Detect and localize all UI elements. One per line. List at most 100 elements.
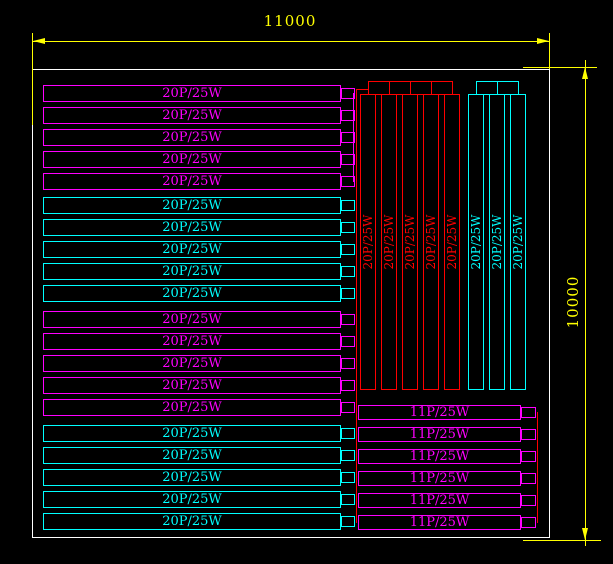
bar-11p-25w: 11P/25W: [358, 427, 521, 442]
connector-tab: [341, 428, 355, 439]
column-header: [389, 81, 411, 95]
bar-20p-25w: 20P/25W: [43, 447, 341, 464]
bar-label: 20P/25W: [162, 426, 222, 441]
dimension-right-label: 10000: [543, 272, 603, 332]
bar-20p-25w: 20P/25W: [43, 151, 341, 168]
bar-label: 20P/25W: [162, 264, 222, 279]
column-20p-25w: 20P/25W: [360, 94, 376, 390]
supply-line-main: [356, 89, 357, 523]
column-header: [410, 81, 432, 95]
bar-group-11p: 11P/25W 11P/25W 11P/25W 11P/25W 11P/25W …: [358, 405, 521, 530]
connector-tab: [341, 222, 355, 233]
dimension-top-label: 11000: [250, 12, 330, 30]
connector-tab: [341, 314, 355, 325]
bar-label: 20P/25W: [162, 108, 222, 123]
column-header: [476, 81, 498, 95]
connector-tab: [341, 288, 355, 299]
dimension-top-line: [32, 41, 550, 42]
dim-arrow-up-icon: [582, 67, 588, 79]
column-20p-25w: 20P/25W: [489, 94, 505, 390]
dim-arrow-down-icon: [582, 528, 588, 540]
connector-tab: [521, 451, 536, 462]
bar-20p-25w: 20P/25W: [43, 173, 341, 190]
supply-line-11p: [537, 412, 538, 523]
dimension-right-line: [585, 60, 586, 546]
bar-label: 20P/25W: [162, 514, 222, 529]
dimension-top-ext-left: [32, 33, 33, 125]
bar-20p-25w: 20P/25W: [43, 197, 341, 214]
bar-20p-25w: 20P/25W: [43, 129, 341, 146]
connector-tab: [521, 429, 536, 440]
bar-label: 20P/25W: [162, 378, 222, 393]
bar-20p-25w: 20P/25W: [43, 311, 341, 328]
supply-line-magenta: [353, 93, 354, 182]
bar-11p-25w: 11P/25W: [358, 493, 521, 508]
connector-tab: [521, 517, 536, 528]
bar-11p-25w: 11P/25W: [358, 449, 521, 464]
bar-20p-25w: 20P/25W: [43, 399, 341, 416]
bar-group-4: 20P/25W 20P/25W 20P/25W 20P/25W 20P/25W: [43, 425, 341, 530]
bar-20p-25w: 20P/25W: [43, 355, 341, 372]
bar-label: 20P/25W: [162, 152, 222, 167]
connector-tab: [341, 402, 355, 413]
column-header: [431, 81, 453, 95]
connector-tab: [341, 336, 355, 347]
bar-group-2: 20P/25W 20P/25W 20P/25W 20P/25W 20P/25W: [43, 197, 341, 302]
bar-label: 20P/25W: [162, 334, 222, 349]
bar-20p-25w: 20P/25W: [43, 241, 341, 258]
bar-label: 20P/25W: [162, 312, 222, 327]
dim-arrow-left-icon: [33, 38, 45, 44]
bar-11p-25w: 11P/25W: [358, 405, 521, 420]
column-20p-25w: 20P/25W: [423, 94, 439, 390]
column-label: 20P/25W: [511, 215, 525, 270]
column-label: 20P/25W: [490, 215, 504, 270]
bar-20p-25w: 20P/25W: [43, 377, 341, 394]
bar-20p-25w: 20P/25W: [43, 513, 341, 530]
bar-20p-25w: 20P/25W: [43, 491, 341, 508]
bar-label: 20P/25W: [162, 130, 222, 145]
column-20p-25w: 20P/25W: [381, 94, 397, 390]
bar-20p-25w: 20P/25W: [43, 219, 341, 236]
bar-label: 20P/25W: [162, 86, 222, 101]
column-20p-25w: 20P/25W: [444, 94, 460, 390]
bar-group-3: 20P/25W 20P/25W 20P/25W 20P/25W 20P/25W: [43, 311, 341, 416]
bar-label: 11P/25W: [410, 428, 470, 441]
connector-tab: [341, 516, 355, 527]
bar-label: 20P/25W: [162, 242, 222, 257]
column-header: [497, 81, 519, 95]
bar-20p-25w: 20P/25W: [43, 469, 341, 486]
bar-label: 11P/25W: [410, 450, 470, 463]
bar-label: 11P/25W: [410, 516, 470, 529]
connector-tab: [521, 495, 536, 506]
bar-11p-25w: 11P/25W: [358, 471, 521, 486]
dimension-top-ext-right: [549, 33, 550, 69]
column-label: 20P/25W: [424, 215, 438, 270]
connector-tab: [341, 380, 355, 391]
column-label: 20P/25W: [445, 215, 459, 270]
bar-20p-25w: 20P/25W: [43, 425, 341, 442]
bar-20p-25w: 20P/25W: [43, 285, 341, 302]
column-header: [368, 81, 390, 95]
connector-tab: [341, 450, 355, 461]
column-label: 20P/25W: [361, 215, 375, 270]
connector-tab: [341, 244, 355, 255]
connector-tab: [341, 494, 355, 505]
connector-tab: [341, 200, 355, 211]
bar-label: 20P/25W: [162, 198, 222, 213]
column-label: 20P/25W: [469, 215, 483, 270]
connector-tab: [341, 266, 355, 277]
bar-20p-25w: 20P/25W: [43, 333, 341, 350]
bar-label: 11P/25W: [410, 472, 470, 485]
bar-11p-25w: 11P/25W: [358, 515, 521, 530]
column-20p-25w: 20P/25W: [510, 94, 526, 390]
bar-label: 20P/25W: [162, 470, 222, 485]
bar-label: 20P/25W: [162, 492, 222, 507]
bar-label: 20P/25W: [162, 448, 222, 463]
bar-20p-25w: 20P/25W: [43, 85, 341, 102]
column-label: 20P/25W: [382, 215, 396, 270]
bar-label: 20P/25W: [162, 286, 222, 301]
bar-label: 11P/25W: [410, 494, 470, 507]
bar-label: 11P/25W: [410, 406, 470, 419]
connector-tab: [521, 473, 536, 484]
connector-tab: [341, 472, 355, 483]
